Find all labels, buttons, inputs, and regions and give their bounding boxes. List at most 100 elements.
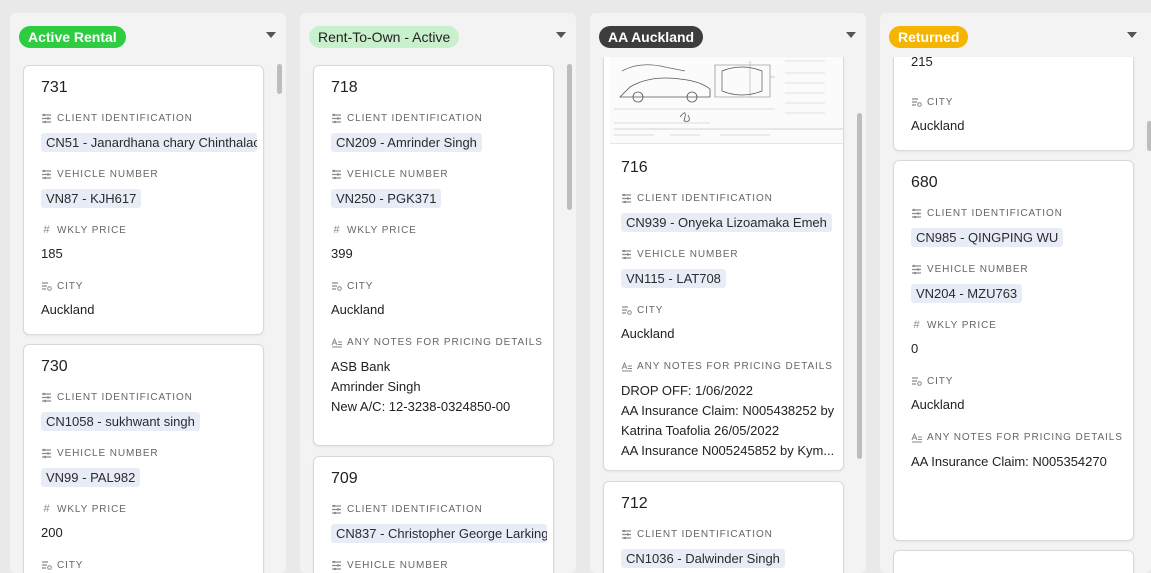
- long-text-icon: [331, 337, 342, 348]
- vehicle-link-chip[interactable]: VN99 - PAL982: [41, 468, 141, 487]
- chevron-down-icon[interactable]: [266, 32, 276, 38]
- stage-badge[interactable]: AA Auckland: [599, 26, 704, 48]
- field-vehicle: VEHICLE NUMBER VN99 - PAL982: [41, 446, 257, 492]
- link-field-icon: [41, 448, 52, 459]
- column-scrollbar[interactable]: [567, 64, 572, 210]
- field-label-text: CLIENT IDENTIFICATION: [347, 112, 483, 124]
- field-label-text: CITY: [927, 375, 954, 387]
- column-scrollbar[interactable]: [277, 64, 282, 94]
- chevron-down-icon[interactable]: [1127, 32, 1137, 38]
- field-label-text: CITY: [57, 280, 84, 292]
- record-card[interactable]: 730 CLIENT IDENTIFICATION CN1058 - sukhw…: [23, 344, 264, 573]
- client-link-chip[interactable]: CN209 - Amrinder Singh: [331, 133, 482, 152]
- field-client: CLIENT IDENTIFICATION CN985 - QINGPING W…: [911, 206, 1127, 252]
- stage-badge[interactable]: Active Rental: [19, 26, 126, 48]
- link-field-icon: [331, 113, 342, 124]
- card-title: 712: [621, 495, 648, 512]
- vehicle-damage-form-image: [610, 57, 843, 143]
- chevron-down-icon[interactable]: [846, 32, 856, 38]
- single-select-icon: [331, 281, 342, 292]
- record-card[interactable]: 712 CLIENT IDENTIFICATION CN1036 - Dalwi…: [603, 481, 844, 573]
- record-card[interactable]: 716 CLIENT IDENTIFICATION CN939 - Onyeka…: [603, 57, 844, 471]
- field-city: CITY Auckland: [911, 95, 1127, 134]
- hash-icon: #: [43, 502, 50, 515]
- record-card[interactable]: 709 CLIENT IDENTIFICATION CN837 - Christ…: [313, 456, 554, 573]
- record-card[interactable]: 731 CLIENT IDENTIFICATION CN51 - Janardh…: [23, 65, 264, 335]
- record-card[interactable]: 215 CITY Auckland: [893, 57, 1134, 151]
- field-client: CLIENT IDENTIFICATION CN209 - Amrinder S…: [331, 111, 547, 157]
- field-city: CITY Auckland: [911, 374, 1127, 413]
- field-label-text: WKLY PRICE: [927, 319, 997, 331]
- link-field-icon: [621, 529, 632, 540]
- client-link-chip[interactable]: CN939 - Onyeka Lizoamaka Emeh: [621, 213, 832, 232]
- field-notes: ANY NOTES FOR PRICING DETAILS ASB Bank A…: [331, 335, 547, 417]
- field-label-text: CITY: [347, 280, 374, 292]
- field-vehicle: VEHICLE NUMBER VN115 - LAT708: [621, 247, 837, 293]
- vehicle-link-chip[interactable]: VN87 - KJH617: [41, 189, 142, 208]
- city-value: Auckland: [41, 302, 95, 317]
- notes-line: AA Insurance Claim: N005438252 by: [621, 403, 835, 418]
- column-returned: Returned 215 CITY Auckland 680 CLIENT ID…: [880, 13, 1151, 573]
- stage-badge[interactable]: Rent-To-Own - Active: [309, 26, 460, 48]
- attachment-thumbnail[interactable]: [610, 57, 843, 144]
- field-label-text: ANY NOTES FOR PRICING DETAILS: [347, 336, 543, 348]
- single-select-icon: [911, 376, 922, 387]
- field-price: # WKLY PRICE 185: [41, 223, 257, 261]
- notes-line: AA Insurance N005245852 by Kym...: [621, 443, 835, 458]
- record-card[interactable]: [893, 550, 1134, 573]
- field-label-text: WKLY PRICE: [347, 224, 417, 236]
- client-link-chip[interactable]: CN985 - QINGPING WU: [911, 228, 1064, 247]
- vehicle-link-chip[interactable]: VN115 - LAT708: [621, 269, 726, 288]
- hash-icon: #: [333, 223, 340, 236]
- field-label-text: CITY: [927, 96, 954, 108]
- field-label-text: VEHICLE NUMBER: [347, 168, 449, 180]
- record-card[interactable]: 680 CLIENT IDENTIFICATION CN985 - QINGPI…: [893, 160, 1134, 541]
- field-label-text: CLIENT IDENTIFICATION: [347, 503, 483, 515]
- field-client: CLIENT IDENTIFICATION CN1036 - Dalwinder…: [621, 527, 837, 573]
- field-label-text: CLIENT IDENTIFICATION: [927, 207, 1063, 219]
- stage-badge[interactable]: Returned: [889, 26, 969, 48]
- field-vehicle: VEHICLE NUMBER VN250 - PGK371: [331, 167, 547, 213]
- chevron-down-icon[interactable]: [556, 32, 566, 38]
- city-value: Auckland: [911, 118, 965, 133]
- field-label-text: CLIENT IDENTIFICATION: [637, 528, 773, 540]
- field-city: CITY Auckland: [41, 279, 257, 318]
- vehicle-link-chip[interactable]: VN204 - MZU763: [911, 284, 1023, 303]
- long-text-icon: [911, 432, 922, 443]
- field-label-text: ANY NOTES FOR PRICING DETAILS: [637, 360, 833, 372]
- single-select-icon: [41, 560, 52, 571]
- city-value: Auckland: [621, 326, 675, 341]
- field-price: # WKLY PRICE 399: [331, 223, 547, 261]
- link-field-icon: [41, 169, 52, 180]
- field-client: CLIENT IDENTIFICATION CN837 - Christophe…: [331, 502, 547, 548]
- field-label-text: CITY: [637, 304, 664, 316]
- price-value: 200: [41, 525, 63, 540]
- field-client: CLIENT IDENTIFICATION CN51 - Janardhana …: [41, 111, 257, 157]
- client-link-chip[interactable]: CN837 - Christopher George Larking: [331, 524, 547, 543]
- client-link-chip[interactable]: CN1036 - Dalwinder Singh: [621, 549, 785, 568]
- long-text-icon: [621, 361, 632, 372]
- column-scrollbar[interactable]: [857, 113, 862, 459]
- link-field-icon: [621, 193, 632, 204]
- client-link-chip[interactable]: CN1058 - sukhwant singh: [41, 412, 200, 431]
- single-select-icon: [911, 97, 922, 108]
- link-field-icon: [621, 249, 632, 260]
- field-price: # WKLY PRICE 200: [41, 502, 257, 540]
- link-field-icon: [911, 208, 922, 219]
- notes-line: AA Insurance Claim: N005354270: [911, 454, 1107, 469]
- card-title: 680: [911, 174, 938, 191]
- single-select-icon: [621, 305, 632, 316]
- field-client: CLIENT IDENTIFICATION CN1058 - sukhwant …: [41, 390, 257, 436]
- column-scrollbar[interactable]: [1147, 121, 1151, 151]
- hash-icon: #: [913, 318, 920, 331]
- field-vehicle: VEHICLE NUMBER VN204 - MZU763: [911, 262, 1127, 308]
- price-value: 0: [911, 341, 919, 356]
- notes-value: AA Insurance Claim: N005354270: [911, 452, 1127, 472]
- field-notes: ANY NOTES FOR PRICING DETAILS DROP OFF: …: [621, 359, 837, 461]
- record-card[interactable]: 718 CLIENT IDENTIFICATION CN209 - Amrind…: [313, 65, 554, 446]
- client-link-chip[interactable]: CN51 - Janardhana chary Chinthalacl: [41, 133, 257, 152]
- vehicle-link-chip[interactable]: VN250 - PGK371: [331, 189, 442, 208]
- notes-line: DROP OFF: 1/06/2022: [621, 383, 753, 398]
- card-title: 730: [41, 358, 68, 375]
- field-label-text: ANY NOTES FOR PRICING DETAILS: [927, 431, 1123, 443]
